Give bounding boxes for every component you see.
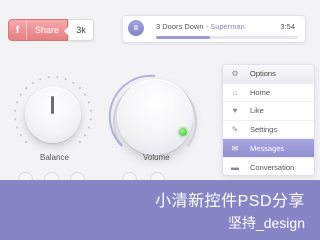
banner-title: 小清新控件PSD分享 [155, 193, 305, 210]
heart-icon: ♥ [232, 106, 238, 116]
scale-dot [78, 140, 81, 143]
share-label: Share [34, 25, 60, 35]
menu-item-conversation[interactable]: ▬ Conversation [223, 158, 314, 175]
share-button[interactable]: f Share [8, 19, 68, 41]
volume-label: Volume [143, 153, 170, 162]
scale-dot [87, 101, 90, 104]
balance-label: Balance [40, 153, 69, 162]
menu-item-home[interactable]: ⌂ Home [223, 84, 314, 103]
scale-dot [84, 134, 87, 137]
scale-dot [19, 134, 22, 137]
scale-dot [64, 78, 67, 81]
envelope-icon: ✉ [231, 143, 239, 153]
menu-item-label: Home [250, 87, 271, 97]
balance-control [10, 72, 96, 158]
options-menu: ⚙ Options ⌂ Home ♥ Like ✎ Settings ✉ Mes… [222, 64, 315, 176]
share-widget: f Share 3k [8, 19, 94, 41]
scale-dot [25, 140, 28, 143]
home-icon: ⌂ [232, 87, 238, 97]
menu-item-label: Messages [250, 143, 285, 153]
title-banner: 小清新控件PSD分享 坚持_design [0, 180, 320, 240]
scale-dot [31, 81, 34, 84]
volume-led-indicator [179, 128, 187, 136]
pause-button[interactable]: II [128, 20, 144, 36]
menu-item-messages[interactable]: ✉ Messages [223, 139, 314, 158]
facebook-icon: f [9, 20, 27, 40]
track-title: 3 Doors Down - Superman [156, 22, 245, 31]
balance-knob-indicator [51, 96, 54, 114]
music-player: II 3 Doors Down - Superman 3:54 [122, 15, 306, 43]
track-artist: 3 Doors Down [156, 22, 204, 31]
wrench-icon: ✎ [231, 125, 239, 135]
scale-dot [87, 126, 90, 129]
share-count-badge: 3k [64, 19, 94, 41]
pause-icon: II [134, 24, 138, 32]
menu-item-like[interactable]: ♥ Like [223, 102, 314, 121]
scale-dot [47, 76, 50, 79]
menu-item-settings[interactable]: ✎ Settings [223, 121, 314, 140]
scale-dot [72, 81, 75, 84]
scale-dot [56, 76, 59, 79]
scale-dot [84, 93, 87, 96]
scale-dot [89, 109, 92, 112]
volume-control [108, 70, 202, 164]
scale-dot [16, 126, 19, 129]
menu-item-label: Conversation [250, 162, 295, 172]
track-progress-fill [156, 36, 210, 39]
scale-dot [78, 87, 81, 90]
scale-dot [39, 78, 42, 81]
scale-dot [16, 101, 19, 104]
chat-bubble-icon: ▬ [231, 162, 239, 172]
track-song: Superman [210, 22, 245, 31]
menu-header-options[interactable]: ⚙ Options [223, 65, 314, 84]
scale-dot [25, 87, 28, 90]
track-duration: 3:54 [280, 22, 295, 31]
balance-knob[interactable] [25, 87, 81, 143]
menu-item-label: Options [250, 69, 276, 79]
gear-icon: ⚙ [231, 69, 239, 79]
scale-dot [89, 118, 92, 121]
scale-dot [19, 93, 22, 96]
menu-item-label: Like [250, 106, 264, 116]
volume-knob[interactable] [117, 79, 193, 155]
scale-dot [14, 118, 17, 121]
track-progress-bar[interactable] [156, 36, 298, 39]
banner-subtitle: 坚持_design [227, 215, 305, 231]
menu-item-label: Settings [250, 125, 278, 135]
scale-dot [14, 109, 17, 112]
